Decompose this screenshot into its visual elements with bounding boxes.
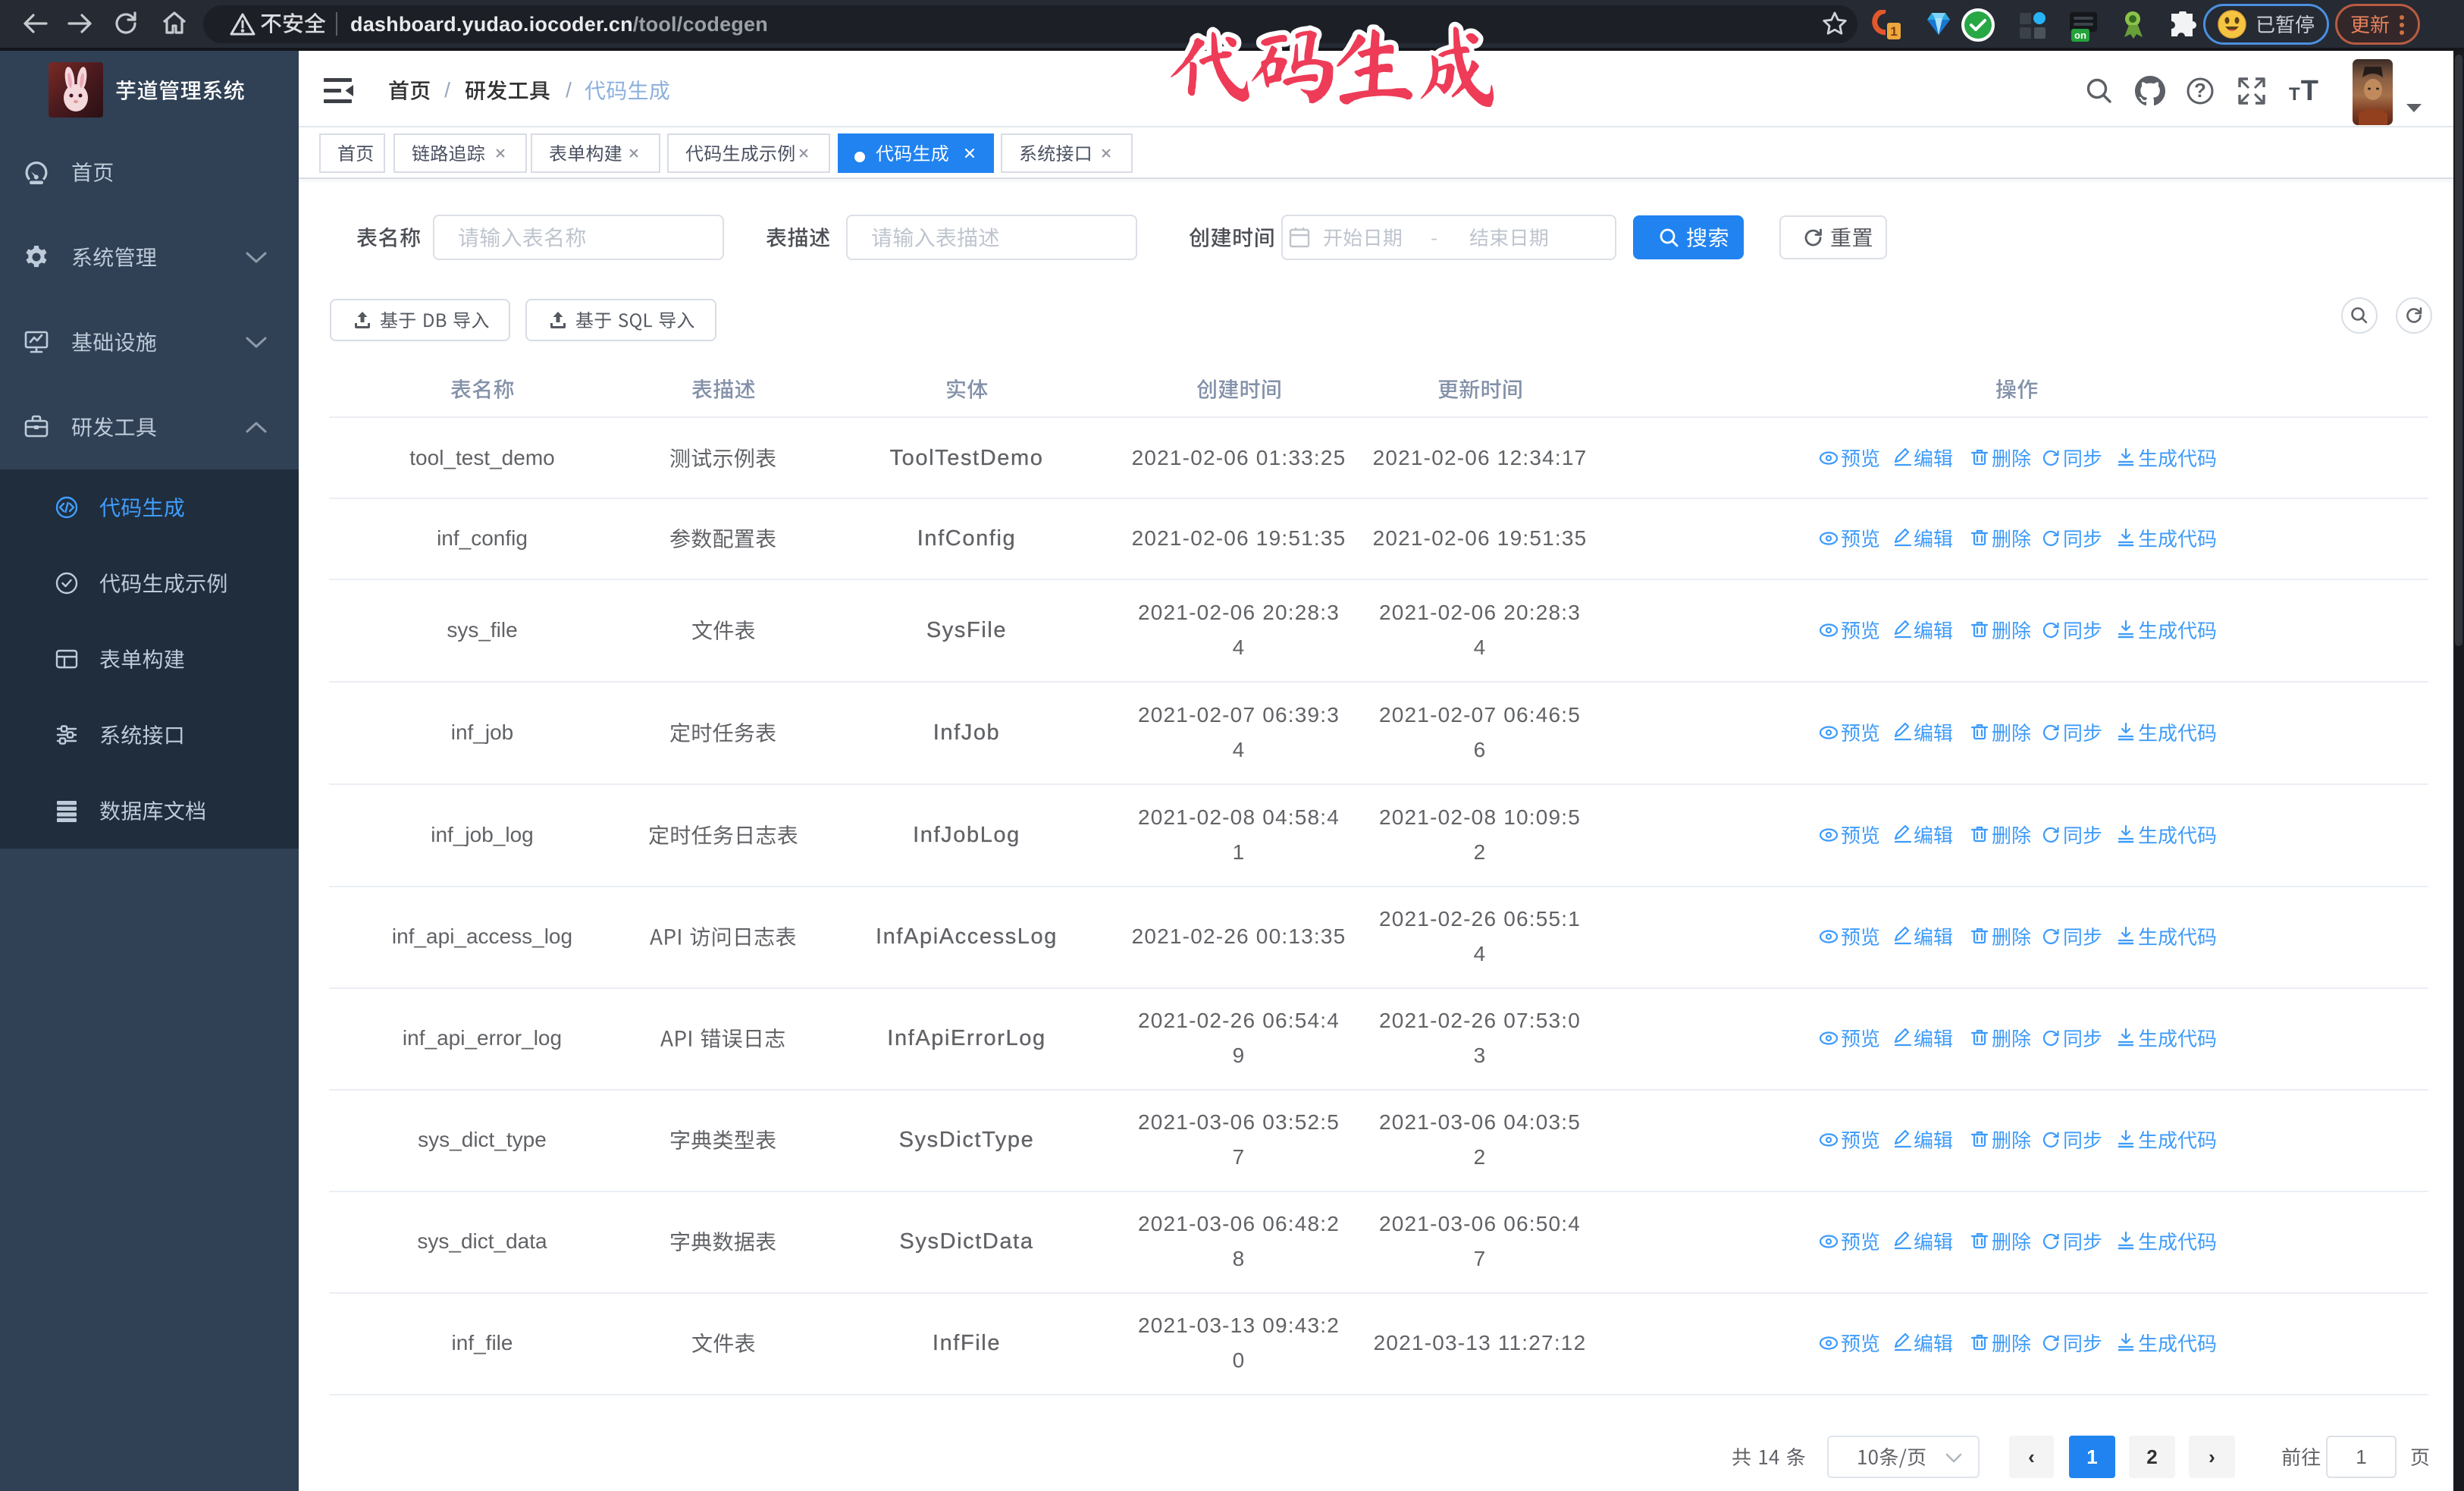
svg-text:on: on — [2074, 30, 2086, 41]
svg-text:1: 1 — [1890, 24, 1897, 39]
